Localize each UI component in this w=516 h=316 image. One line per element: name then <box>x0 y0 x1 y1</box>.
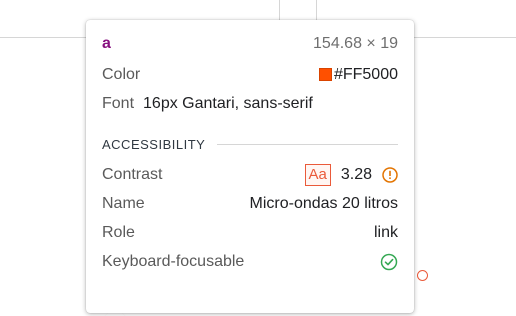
font-row: Font 16px Gantari, sans-serif <box>102 89 398 118</box>
page: a 154.68 × 19 Color #FF5000 Font 16px Ga… <box>0 0 516 316</box>
name-label: Name <box>102 194 145 212</box>
keyboard-row: Keyboard-focusable <box>102 247 398 276</box>
check-circle-icon <box>380 253 398 271</box>
contrast-badge: Aa <box>304 163 331 186</box>
radio-indicator <box>417 270 428 281</box>
accessibility-title: ACCESSIBILITY <box>102 136 206 152</box>
font-value: 16px Gantari, sans-serif <box>143 94 313 112</box>
contrast-row: Contrast Aa 3.28 <box>102 160 398 189</box>
color-value-group: #FF5000 <box>318 65 398 84</box>
keyboard-label: Keyboard-focusable <box>102 252 245 270</box>
color-value: #FF5000 <box>333 65 398 83</box>
font-label: Font <box>102 94 135 112</box>
element-tag: a <box>102 35 111 52</box>
role-row: Role link <box>102 218 398 247</box>
contrast-value-group: Aa 3.28 <box>304 163 399 186</box>
name-value: Micro-ondas 20 litros <box>249 194 399 212</box>
accessibility-section-header: ACCESSIBILITY <box>102 134 398 154</box>
name-row: Name Micro-ondas 20 litros <box>102 189 398 218</box>
role-label: Role <box>102 223 135 241</box>
warning-circle-icon <box>382 166 398 183</box>
inspect-tooltip: a 154.68 × 19 Color #FF5000 Font 16px Ga… <box>86 20 414 313</box>
contrast-value: 3.28 <box>340 165 372 183</box>
color-row: Color #FF5000 <box>102 60 398 89</box>
contrast-label: Contrast <box>102 165 163 183</box>
color-label: Color <box>102 65 141 83</box>
color-swatch <box>318 68 332 81</box>
element-dimensions: 154.68 × 19 <box>313 35 398 52</box>
role-value: link <box>373 223 398 241</box>
section-divider <box>217 143 398 145</box>
element-header: a 154.68 × 19 <box>102 32 398 56</box>
